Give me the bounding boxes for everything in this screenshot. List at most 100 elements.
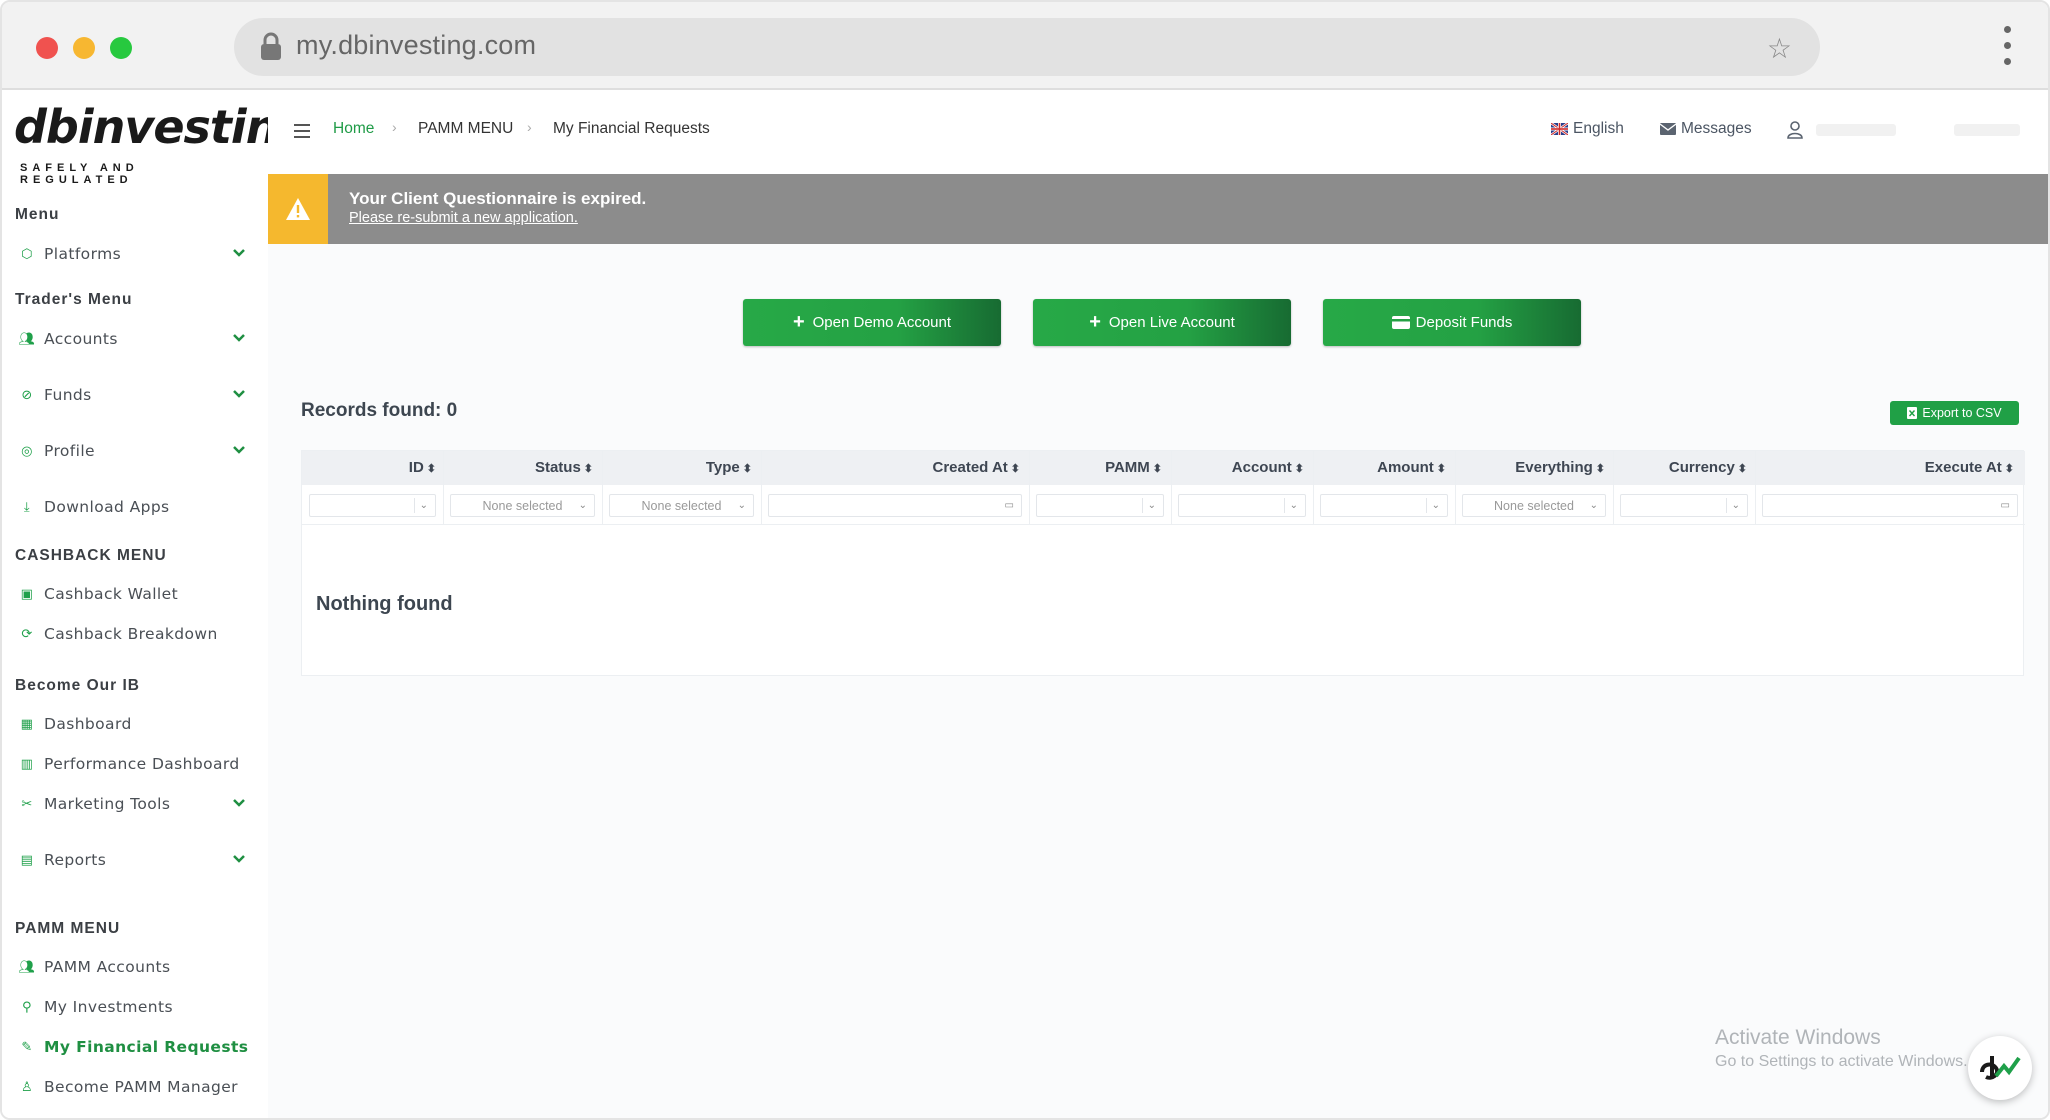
filter-type-select[interactable]: None selected ⌄ (609, 494, 754, 517)
column-divider (1029, 451, 1030, 525)
sidebar-item-profile[interactable]: ◎ Profile (20, 437, 264, 465)
uk-flag-icon (1551, 123, 1568, 135)
filter-pamm-select[interactable]: ⌄ (1178, 494, 1306, 517)
column-header-execute-at[interactable]: Execute At ⬍ (1925, 459, 2014, 476)
activation-watermark-title: Activate Windows (1715, 1026, 1881, 1049)
language-selector[interactable]: English (1551, 120, 1624, 138)
chevron-down-icon: ⌄ (1431, 500, 1440, 511)
users-icon: 👥︎ (18, 331, 36, 347)
column-header-id[interactable]: ID ⬍ (409, 459, 436, 476)
sidebar-item-cashback-breakdown[interactable]: ⟳ Cashback Breakdown (20, 620, 264, 648)
user-circle-icon: ◎ (21, 443, 33, 459)
messages-link[interactable]: Messages (1660, 120, 1752, 138)
chevron-down-icon: ⌄ (419, 500, 428, 511)
filter-currency-select[interactable]: ⌄ (1620, 494, 1748, 517)
close-window-button[interactable] (36, 37, 58, 59)
chevron-down-icon (233, 855, 245, 863)
hamburger-menu-icon[interactable] (294, 124, 310, 138)
sidebar-item-pamm-accounts[interactable]: 👥︎ PAMM Accounts (19, 953, 264, 981)
filter-execute-at-datepicker[interactable]: ▭ (1762, 494, 2018, 517)
chevron-down-icon (233, 390, 245, 398)
filter-placeholder: None selected (641, 498, 722, 513)
filter-id-select[interactable]: ⌄ (309, 494, 436, 517)
sidebar-item-dashboard[interactable]: ▦ Dashboard (20, 710, 264, 738)
column-header-type[interactable]: Type ⬍ (706, 459, 752, 476)
sidebar-item-become-pamm-manager[interactable]: ♙ Become PAMM Manager (20, 1073, 264, 1101)
filter-everything-select[interactable]: None selected ⌄ (1462, 494, 1606, 517)
user-icon[interactable] (1787, 121, 1803, 139)
sidebar-item-my-financial-requests[interactable]: ✎ My Financial Requests (20, 1033, 264, 1061)
column-header-amount[interactable]: Amount ⬍ (1377, 459, 1446, 476)
sort-icon: ⬍ (1010, 463, 1020, 475)
cube-icon: ⬡ (21, 246, 33, 262)
sidebar-item-reports[interactable]: ▤ Reports (20, 846, 264, 874)
section-menu: Menu (15, 206, 60, 223)
clipboard-icon: ▤ (20, 852, 34, 868)
document-edit-icon: ✎ (21, 1039, 33, 1055)
table-header: ID ⬍ Status ⬍ Type ⬍ Created At ⬍ PAMM ⬍ Acco… (302, 451, 2025, 485)
open-live-account-button[interactable]: + Open Live Account (1033, 299, 1291, 346)
activation-watermark-subtitle: Go to Settings to activate Windows. (1715, 1053, 1968, 1070)
logo[interactable]: dbinvesting SAFELY AND REGULATED (14, 98, 310, 186)
sidebar-item-funds[interactable]: ⊘ Funds (20, 381, 264, 409)
maximize-window-button[interactable] (110, 37, 132, 59)
sidebar-item-cashback-wallet[interactable]: ▣ Cashback Wallet (20, 580, 264, 608)
chat-widget-button[interactable] (1968, 1036, 2032, 1100)
column-header-pamm[interactable]: PAMM ⬍ (1105, 459, 1162, 476)
sidebar-item-label: My Financial Requests (44, 1038, 249, 1056)
search-money-icon: ⚲ (22, 999, 32, 1015)
deposit-funds-button[interactable]: Deposit Funds (1323, 299, 1581, 346)
filter-row: ⌄ None selected ⌄ None selected ⌄ ▭ ⌄ ⌄ ⌄ … (302, 451, 2025, 525)
column-divider (1313, 451, 1314, 525)
sidebar-item-platforms[interactable]: ⬡ Platforms (20, 240, 264, 268)
logo-text: dbinvesting (14, 100, 310, 154)
column-header-currency[interactable]: Currency ⬍ (1669, 459, 1747, 476)
open-demo-account-button[interactable]: + Open Demo Account (743, 299, 1001, 346)
column-header-status[interactable]: Status ⬍ (535, 459, 593, 476)
browser-menu-icon[interactable] (2004, 26, 2012, 70)
browser-toolbar: my.dbinvesting.com ☆ (2, 2, 2048, 90)
column-header-account[interactable]: Account ⬍ (1232, 459, 1304, 476)
address-bar[interactable]: my.dbinvesting.com ☆ (234, 18, 1820, 76)
section-traders: Trader's Menu (15, 291, 133, 308)
filter-created-at-datepicker[interactable]: ▭ (768, 494, 1022, 517)
credit-card-icon (1391, 316, 1410, 329)
chevron-down-icon: ⌄ (1147, 500, 1156, 511)
sidebar-item-my-investments[interactable]: ⚲ My Investments (20, 993, 264, 1021)
breadcrumb-home[interactable]: Home (333, 120, 374, 138)
bookmark-star-icon[interactable]: ☆ (1767, 32, 1792, 65)
column-divider (1755, 451, 1756, 525)
filter-status-select[interactable]: None selected ⌄ (450, 494, 595, 517)
column-header-created-at[interactable]: Created At ⬍ (932, 459, 1020, 476)
calendar-icon: ▭ (1004, 500, 1014, 511)
top-bar: Home › PAMM MENU › My Financial Requests… (268, 90, 2048, 174)
sidebar-item-label: Become PAMM Manager (44, 1078, 238, 1096)
sidebar-item-label: PAMM Accounts (44, 958, 171, 976)
chevron-down-icon (233, 446, 245, 454)
breadcrumb-pamm-menu[interactable]: PAMM MENU (418, 120, 513, 138)
chevron-down-icon (233, 334, 245, 342)
plus-icon: + (1089, 311, 1101, 333)
sidebar-item-label: Download Apps (44, 498, 170, 516)
refresh-coin-icon: ⟳ (21, 626, 33, 642)
sidebar-item-performance-dashboard[interactable]: ▥ Performance Dashboard (20, 750, 264, 778)
breadcrumb-current: My Financial Requests (553, 120, 710, 137)
sidebar-item-accounts[interactable]: 👥︎ Accounts (18, 325, 264, 353)
user-tie-icon: ♙ (20, 1079, 34, 1095)
chevron-down-icon: ⌄ (1731, 500, 1740, 511)
chevron-down-icon: ⌄ (1289, 500, 1298, 511)
sidebar-item-label: Funds (44, 386, 92, 404)
export-csv-button[interactable]: Export to CSV (1890, 401, 2019, 425)
minimize-window-button[interactable] (73, 37, 95, 59)
db-logo-icon (1980, 1056, 2021, 1080)
filter-amount-select[interactable]: ⌄ (1320, 494, 1448, 517)
resubmit-link[interactable]: Please re-submit a new application. (349, 210, 578, 226)
sidebar-item-marketing-tools[interactable]: ✂ Marketing Tools (20, 790, 264, 818)
column-label: Account (1231, 459, 1292, 476)
sidebar-item-download-apps[interactable]: ⤓ Download Apps (20, 493, 264, 521)
sort-icon: ⬍ (1436, 463, 1446, 475)
filter-pamm-select[interactable]: ⌄ (1036, 494, 1164, 517)
column-header-everything[interactable]: Everything ⬍ (1515, 459, 1605, 476)
sidebar-item-label: Cashback Breakdown (44, 625, 218, 643)
sort-icon: ⬍ (1294, 463, 1304, 475)
